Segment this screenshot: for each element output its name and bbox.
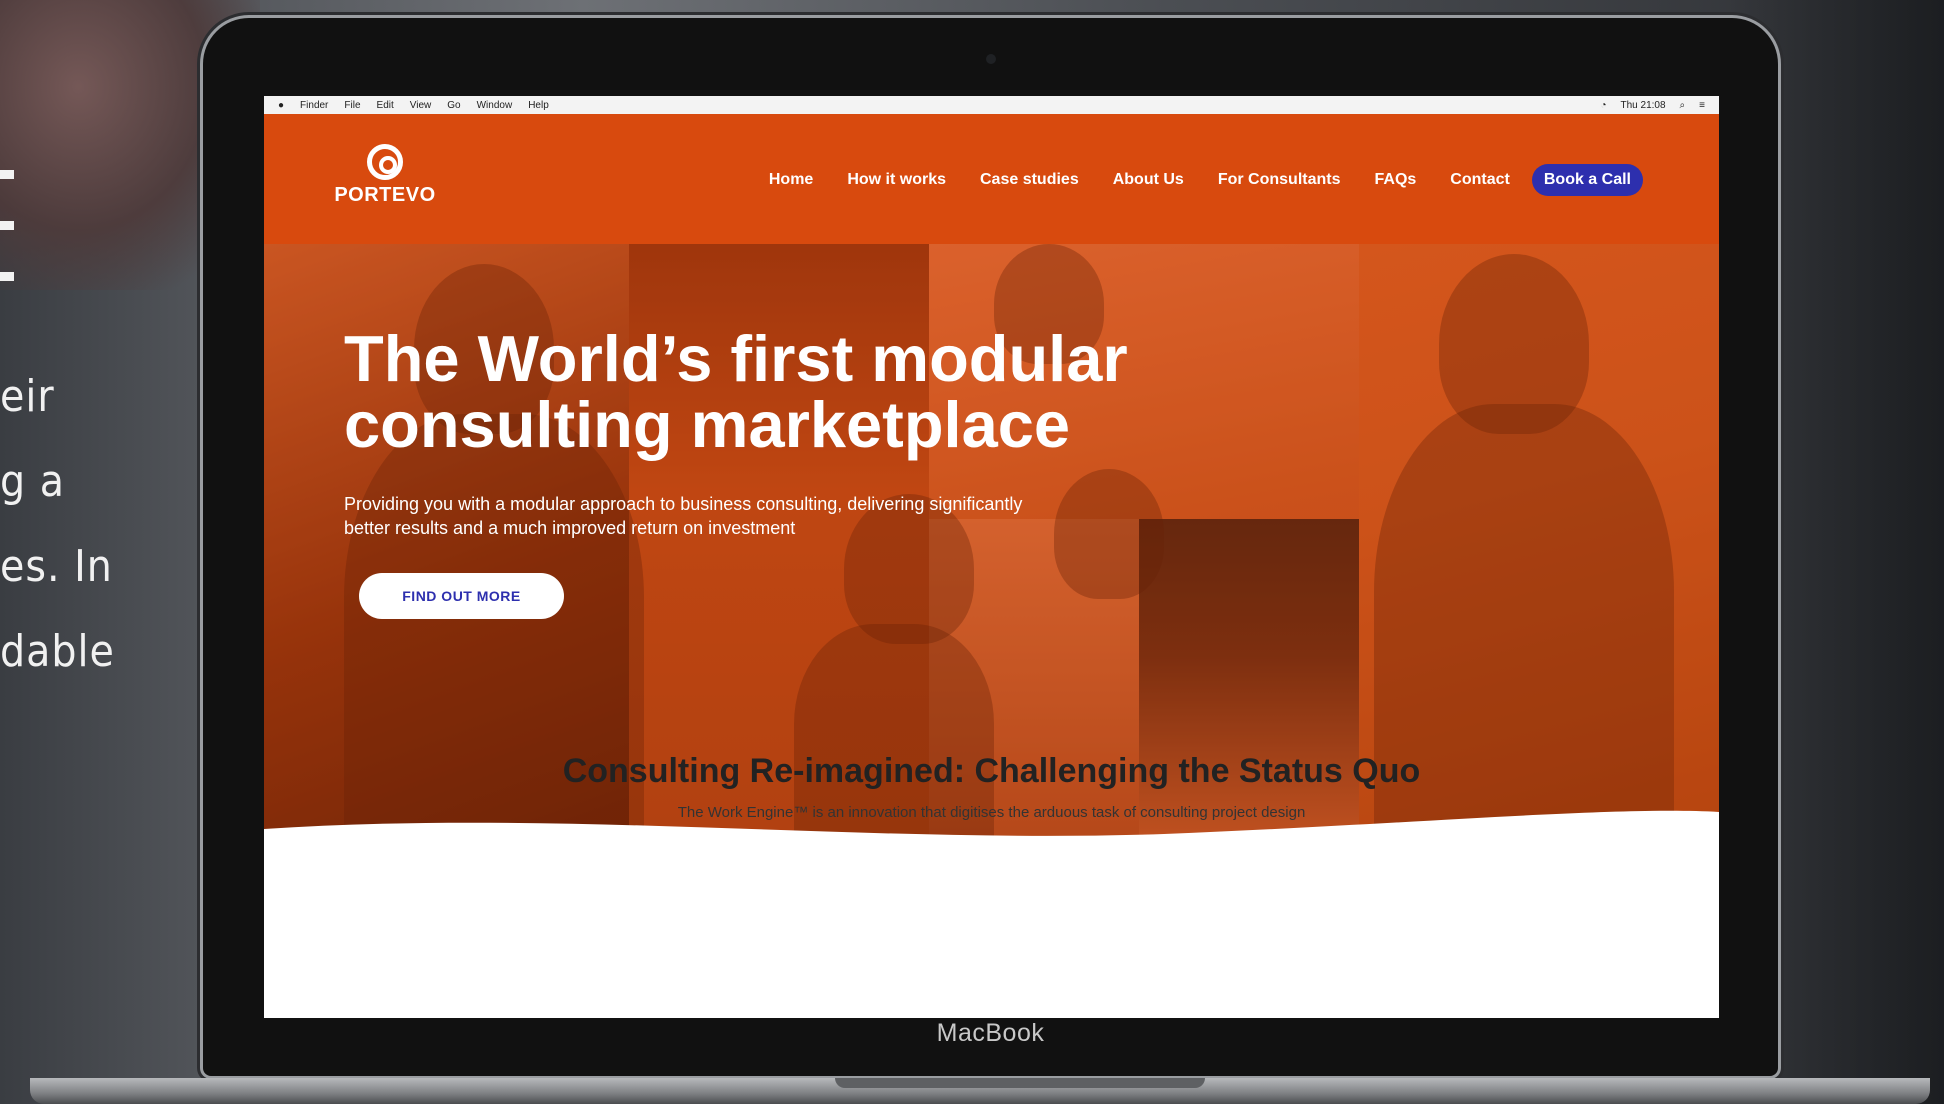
side-text-line: eir [0, 371, 55, 422]
hero-title-line: The World’s first modular [344, 322, 1128, 395]
section-title: Consulting Re-imagined: Challenging the … [562, 752, 1421, 790]
menu-icon[interactable]: ≡ [1699, 100, 1705, 111]
hero-subtitle: Providing you with a modular approach to… [344, 494, 1023, 538]
nav-faqs[interactable]: FAQs [1375, 171, 1417, 189]
laptop-base [30, 1078, 1930, 1104]
side-text-line: es. In [0, 541, 113, 592]
laptop: ● Finder File Edit View Go Window Help ◔… [203, 18, 1778, 1076]
nav-case-studies[interactable]: Case studies [980, 171, 1079, 189]
side-text-line: dable [0, 626, 115, 677]
laptop-brand: MacBook [936, 1019, 1045, 1047]
menubar-status: ◔ Thu 21:08 ⌕ ≡ [1586, 100, 1705, 111]
laptop-notch [835, 1078, 1205, 1088]
clock[interactable]: Thu 21:08 [1621, 100, 1666, 111]
mac-menubar: ● Finder File Edit View Go Window Help ◔… [264, 96, 1719, 114]
background-decor-bars [0, 170, 14, 323]
side-text-line: g a [0, 456, 65, 507]
menu-item[interactable]: Help [528, 100, 549, 111]
menu-item[interactable]: Finder [300, 100, 328, 111]
section-subtitle: The Work Engine™ is an innovation that d… [677, 804, 1306, 821]
logo-icon [367, 144, 403, 180]
menu-item[interactable]: View [410, 100, 432, 111]
nav-for-consultants[interactable]: For Consultants [1218, 171, 1341, 189]
site-nav: Home How it works Case studies About Us … [735, 164, 1643, 196]
menu-item[interactable]: File [344, 100, 360, 111]
wifi-icon[interactable]: ◔ [1600, 100, 1606, 111]
nav-how-it-works[interactable]: How it works [847, 171, 946, 189]
search-icon[interactable]: ⌕ [1680, 100, 1686, 111]
find-out-more-button[interactable]: FIND OUT MORE [359, 573, 564, 619]
camera-icon [985, 54, 996, 64]
laptop-screen: ● Finder File Edit View Go Window Help ◔… [264, 96, 1719, 1018]
site-header: PORTEVO Home How it works Case studies A… [264, 114, 1719, 244]
site-logo[interactable]: PORTEVO [330, 144, 440, 207]
menu-item[interactable]: Go [447, 100, 460, 111]
nav-home[interactable]: Home [769, 171, 813, 189]
book-a-call-button[interactable]: Book a Call [1531, 164, 1643, 196]
menu-item[interactable]: Edit [377, 100, 394, 111]
logo-text: PORTEVO [334, 184, 436, 206]
nav-contact[interactable]: Contact [1450, 171, 1510, 189]
nav-about-us[interactable]: About Us [1113, 171, 1184, 189]
hero-title: The World’s first modular consulting mar… [344, 326, 1164, 458]
apple-icon[interactable]: ● [278, 100, 284, 111]
hero-title-line: consulting marketplace [344, 388, 1071, 461]
menu-item[interactable]: Window [477, 100, 513, 111]
